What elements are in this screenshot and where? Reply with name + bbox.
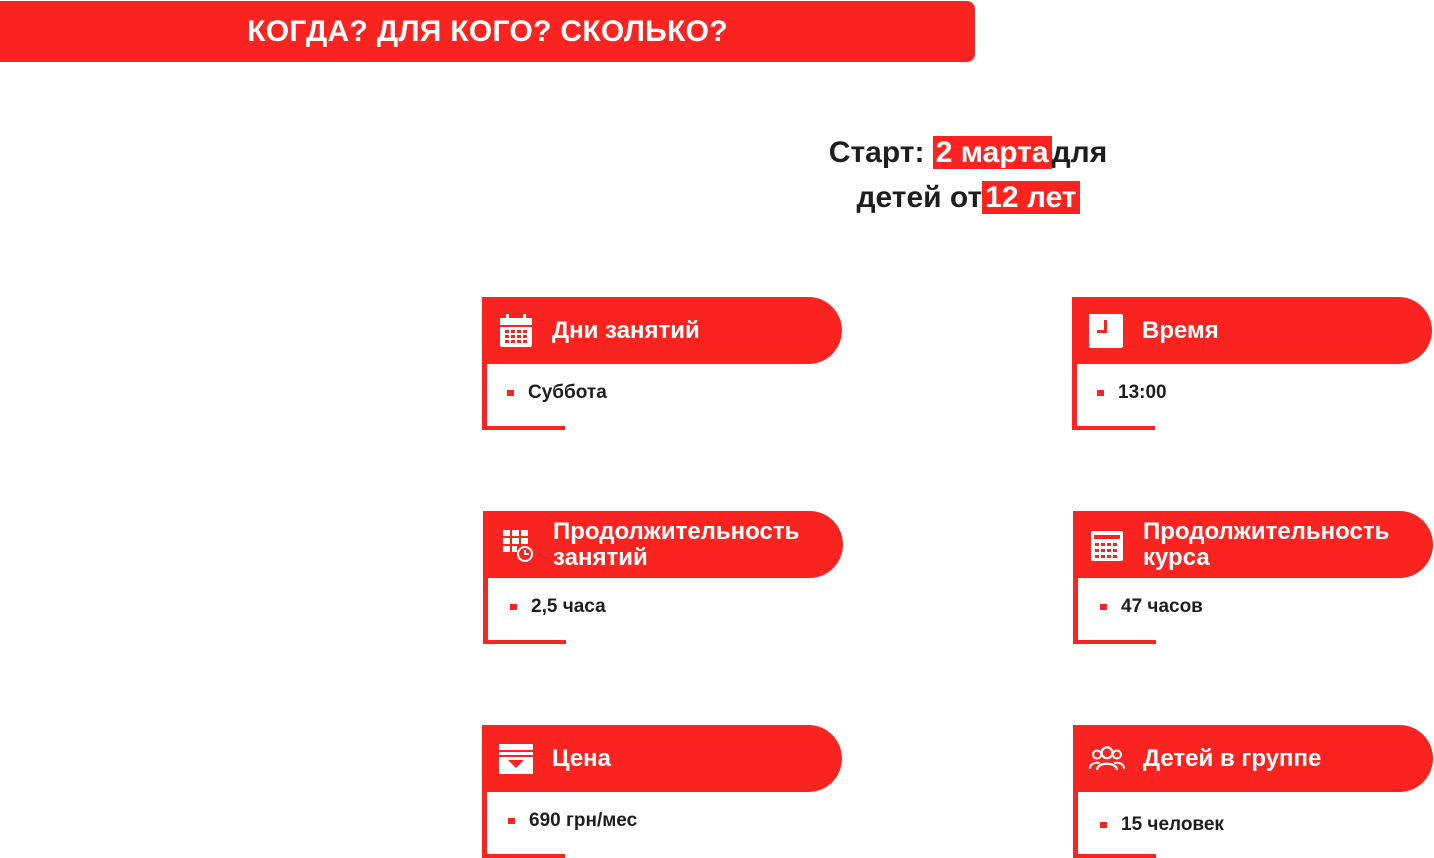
card-header: Дни занятий — [482, 297, 842, 364]
age-prefix: детей от — [856, 181, 983, 214]
section-banner: КОГДА? ДЛЯ КОГО? СКОЛЬКО? — [0, 1, 975, 62]
bullet-icon — [508, 818, 515, 824]
bullet-icon — [510, 604, 517, 610]
list-item: 2,5 часа — [510, 596, 606, 618]
group-icon — [1089, 741, 1125, 777]
card-body: 690 грн/мес — [482, 792, 842, 858]
card-title: Цена — [552, 744, 612, 772]
bullet-icon — [1100, 822, 1107, 828]
card-body: 13:00 — [1072, 364, 1432, 430]
page: КОГДА? ДЛЯ КОГО? СКОЛЬКО? Старт: 2 марта… — [0, 0, 1434, 858]
card-body: 47 часов — [1073, 578, 1433, 644]
clock-icon — [1088, 313, 1124, 349]
start-info: Старт: 2 марта для детей от 12 лет — [720, 130, 1216, 220]
card-title: Время — [1142, 316, 1219, 344]
list-item: 690 грн/мес — [508, 810, 637, 832]
list-item: 47 часов — [1100, 596, 1203, 618]
card-value: 15 человек — [1121, 814, 1224, 835]
bullet-icon — [1100, 604, 1107, 610]
card-underline — [1078, 854, 1156, 858]
banner-title: КОГДА? ДЛЯ КОГО? СКОЛЬКО? — [247, 14, 728, 48]
schedule-icon — [499, 527, 535, 563]
wallet-icon — [498, 741, 534, 777]
card-title: Продолжительность занятий — [553, 517, 800, 571]
card-title: Детей в группе — [1143, 744, 1322, 772]
card-underline — [1078, 640, 1156, 644]
list-item: Суббота — [507, 382, 607, 404]
list-item: 13:00 — [1097, 382, 1167, 404]
list-item: 15 человек — [1100, 814, 1224, 836]
card-underline — [487, 426, 565, 430]
calendar-icon — [498, 313, 534, 349]
card-body: Суббота — [482, 364, 842, 430]
start-age: 12 лет — [982, 181, 1080, 214]
card-value: 690 грн/мес — [529, 810, 638, 831]
card-value: Суббота — [528, 382, 607, 403]
start-date: 2 марта — [932, 136, 1052, 169]
card-underline — [488, 640, 566, 644]
card-value: 2,5 часа — [531, 596, 606, 617]
card-course-duration: Продолжительность курса 47 часов — [1073, 511, 1433, 644]
card-underline — [487, 854, 565, 858]
card-header: Продолжительность занятий — [483, 511, 843, 578]
card-value: 47 часов — [1121, 596, 1203, 617]
card-days: Дни занятий Суббота — [482, 297, 842, 430]
card-time: Время 13:00 — [1072, 297, 1432, 430]
card-body: 15 человек — [1073, 792, 1433, 858]
card-header: Детей в группе — [1073, 725, 1433, 792]
bullet-icon — [1097, 390, 1104, 396]
bullet-icon — [507, 390, 514, 396]
card-title: Дни занятий — [552, 316, 700, 344]
start-middle: для — [1051, 136, 1108, 169]
card-lesson-duration: Продолжительность занятий 2,5 часа — [483, 511, 843, 644]
card-value: 13:00 — [1118, 382, 1167, 403]
card-price: Цена 690 грн/мес — [482, 725, 842, 858]
calculator-icon — [1089, 527, 1125, 563]
card-title: Продолжительность курса — [1143, 517, 1390, 571]
start-prefix: Старт: — [828, 136, 925, 169]
card-header: Цена — [482, 725, 842, 792]
card-header: Время — [1072, 297, 1432, 364]
card-group: Детей в группе 15 человек — [1073, 725, 1433, 858]
card-header: Продолжительность курса — [1073, 511, 1433, 578]
start-line-1: Старт: 2 марта для — [720, 130, 1216, 175]
card-body: 2,5 часа — [483, 578, 843, 644]
card-underline — [1077, 426, 1155, 430]
start-line-2: детей от 12 лет — [720, 175, 1216, 220]
